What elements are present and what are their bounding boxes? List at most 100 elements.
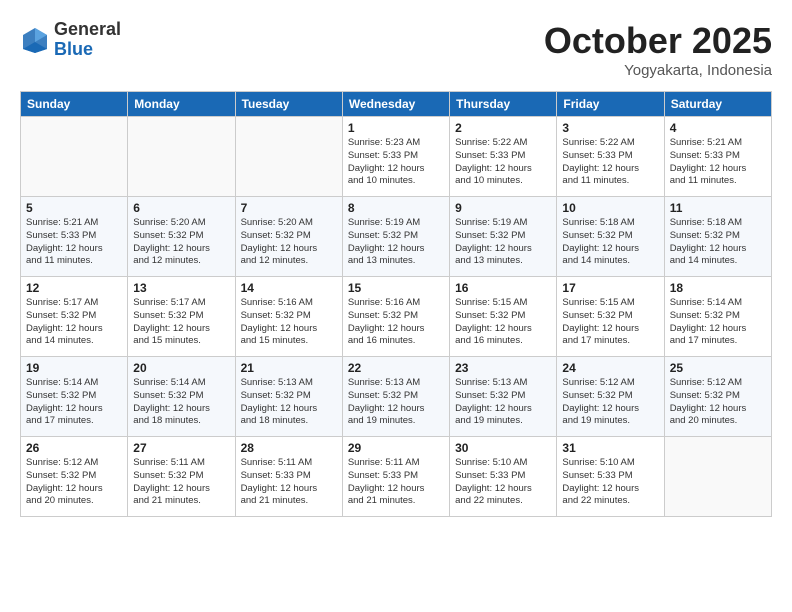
day-info: Sunrise: 5:18 AMSunset: 5:32 PMDaylight:…	[670, 217, 766, 268]
day-number: 27	[133, 441, 229, 455]
calendar-cell: 4 Sunrise: 5:21 AMSunset: 5:33 PMDaylight…	[664, 117, 771, 197]
col-monday: Monday	[128, 92, 235, 117]
day-info: Sunrise: 5:18 AMSunset: 5:32 PMDaylight:…	[562, 217, 658, 268]
day-number: 16	[455, 281, 551, 295]
day-info: Sunrise: 5:14 AMSunset: 5:32 PMDaylight:…	[26, 377, 122, 428]
day-number: 6	[133, 201, 229, 215]
calendar-cell: 14Sunrise: 5:16 AMSunset: 5:32 PMDayligh…	[235, 277, 342, 357]
calendar-cell: 29Sunrise: 5:11 AMSunset: 5:33 PMDayligh…	[342, 437, 449, 517]
calendar-body: 1Sunrise: 5:23 AMSunset: 5:33 PMDaylight…	[21, 117, 772, 517]
day-number: 23	[455, 361, 551, 375]
calendar-cell: 19Sunrise: 5:14 AMSunset: 5:32 PMDayligh…	[21, 357, 128, 437]
calendar-cell	[21, 117, 128, 197]
day-info: Sunrise: 5:12 AMSunset: 5:32 PMDaylight:…	[562, 377, 658, 428]
day-number: 17	[562, 281, 658, 295]
calendar-cell: 12Sunrise: 5:17 AMSunset: 5:32 PMDayligh…	[21, 277, 128, 357]
day-info: Sunrise: 5:22 AMSunset: 5:33 PMDaylight:…	[455, 137, 551, 188]
day-info: Sunrise: 5:15 AMSunset: 5:32 PMDaylight:…	[455, 297, 551, 348]
calendar-cell: 27Sunrise: 5:11 AMSunset: 5:32 PMDayligh…	[128, 437, 235, 517]
logo: General Blue	[20, 20, 121, 60]
day-info: Sunrise: 5:20 AMSunset: 5:32 PMDaylight:…	[241, 217, 337, 268]
calendar-cell: 13Sunrise: 5:17 AMSunset: 5:32 PMDayligh…	[128, 277, 235, 357]
title-block: October 2025 Yogyakarta, Indonesia	[544, 20, 772, 79]
day-info: Sunrise: 5:15 AMSunset: 5:32 PMDaylight:…	[562, 297, 658, 348]
calendar-table: Sunday Monday Tuesday Wednesday Thursday…	[20, 91, 772, 517]
day-info: Sunrise: 5:14 AMSunset: 5:32 PMDaylight:…	[670, 297, 766, 348]
day-info: Sunrise: 5:14 AMSunset: 5:32 PMDaylight:…	[133, 377, 229, 428]
day-info: Sunrise: 5:21 AMSunset: 5:33 PMDaylight:…	[670, 137, 766, 188]
logo-general: General	[54, 20, 121, 40]
day-info: Sunrise: 5:13 AMSunset: 5:32 PMDaylight:…	[348, 377, 444, 428]
calendar-cell: 11 Sunrise: 5:18 AMSunset: 5:32 PMDayligh…	[664, 197, 771, 277]
day-number: 3	[562, 121, 658, 135]
day-number: 9	[455, 201, 551, 215]
day-number: 29	[348, 441, 444, 455]
calendar-cell: 1Sunrise: 5:23 AMSunset: 5:33 PMDaylight…	[342, 117, 449, 197]
day-number: 24	[562, 361, 658, 375]
calendar-cell: 18 Sunrise: 5:14 AMSunset: 5:32 PMDayligh…	[664, 277, 771, 357]
col-wednesday: Wednesday	[342, 92, 449, 117]
day-number: 22	[348, 361, 444, 375]
day-info: Sunrise: 5:12 AMSunset: 5:32 PMDaylight:…	[670, 377, 766, 428]
calendar-cell: 26 Sunrise: 5:12 AMSunset: 5:32 PMDayligh…	[21, 437, 128, 517]
calendar-cell: 16 Sunrise: 5:15 AMSunset: 5:32 PMDayligh…	[450, 277, 557, 357]
day-number: 26	[26, 441, 122, 455]
day-info: Sunrise: 5:13 AMSunset: 5:32 PMDaylight:…	[455, 377, 551, 428]
day-info: Sunrise: 5:10 AMSunset: 5:33 PMDaylight:…	[562, 457, 658, 508]
calendar-cell	[664, 437, 771, 517]
day-number: 15	[348, 281, 444, 295]
calendar-header: Sunday Monday Tuesday Wednesday Thursday…	[21, 92, 772, 117]
day-number: 11	[670, 201, 766, 215]
calendar-cell: 24 Sunrise: 5:12 AMSunset: 5:32 PMDayligh…	[557, 357, 664, 437]
calendar-cell: 17 Sunrise: 5:15 AMSunset: 5:32 PMDayligh…	[557, 277, 664, 357]
day-number: 4	[670, 121, 766, 135]
calendar-week-1: 1Sunrise: 5:23 AMSunset: 5:33 PMDaylight…	[21, 117, 772, 197]
day-info: Sunrise: 5:16 AMSunset: 5:32 PMDaylight:…	[241, 297, 337, 348]
page: General Blue October 2025 Yogyakarta, In…	[0, 0, 792, 527]
calendar-cell: 8 Sunrise: 5:19 AMSunset: 5:32 PMDaylight…	[342, 197, 449, 277]
day-number: 12	[26, 281, 122, 295]
calendar-cell: 31 Sunrise: 5:10 AMSunset: 5:33 PMDayligh…	[557, 437, 664, 517]
logo-text: General Blue	[54, 20, 121, 60]
calendar-cell: 22 Sunrise: 5:13 AMSunset: 5:32 PMDayligh…	[342, 357, 449, 437]
header-row: Sunday Monday Tuesday Wednesday Thursday…	[21, 92, 772, 117]
day-info: Sunrise: 5:19 AMSunset: 5:32 PMDaylight:…	[455, 217, 551, 268]
day-number: 10	[562, 201, 658, 215]
day-info: Sunrise: 5:12 AMSunset: 5:32 PMDaylight:…	[26, 457, 122, 508]
day-info: Sunrise: 5:22 AMSunset: 5:33 PMDaylight:…	[562, 137, 658, 188]
calendar-week-5: 26 Sunrise: 5:12 AMSunset: 5:32 PMDayligh…	[21, 437, 772, 517]
calendar-cell: 20 Sunrise: 5:14 AMSunset: 5:32 PMDayligh…	[128, 357, 235, 437]
calendar-week-2: 5 Sunrise: 5:21 AMSunset: 5:33 PMDaylight…	[21, 197, 772, 277]
day-number: 18	[670, 281, 766, 295]
day-number: 30	[455, 441, 551, 455]
calendar-cell	[235, 117, 342, 197]
calendar-cell: 28 Sunrise: 5:11 AMSunset: 5:33 PMDayligh…	[235, 437, 342, 517]
day-number: 5	[26, 201, 122, 215]
calendar-cell: 15 Sunrise: 5:16 AMSunset: 5:32 PMDayligh…	[342, 277, 449, 357]
calendar-cell: 23 Sunrise: 5:13 AMSunset: 5:32 PMDayligh…	[450, 357, 557, 437]
calendar-week-3: 12Sunrise: 5:17 AMSunset: 5:32 PMDayligh…	[21, 277, 772, 357]
day-info: Sunrise: 5:23 AMSunset: 5:33 PMDaylight:…	[348, 137, 444, 188]
day-number: 8	[348, 201, 444, 215]
day-number: 28	[241, 441, 337, 455]
calendar-cell: 21Sunrise: 5:13 AMSunset: 5:32 PMDayligh…	[235, 357, 342, 437]
location: Yogyakarta, Indonesia	[544, 62, 772, 79]
day-number: 21	[241, 361, 337, 375]
day-number: 25	[670, 361, 766, 375]
col-saturday: Saturday	[664, 92, 771, 117]
day-info: Sunrise: 5:20 AMSunset: 5:32 PMDaylight:…	[133, 217, 229, 268]
day-number: 13	[133, 281, 229, 295]
day-info: Sunrise: 5:19 AMSunset: 5:32 PMDaylight:…	[348, 217, 444, 268]
day-info: Sunrise: 5:11 AMSunset: 5:33 PMDaylight:…	[241, 457, 337, 508]
day-number: 20	[133, 361, 229, 375]
day-info: Sunrise: 5:16 AMSunset: 5:32 PMDaylight:…	[348, 297, 444, 348]
col-thursday: Thursday	[450, 92, 557, 117]
logo-icon	[20, 25, 50, 55]
day-number: 2	[455, 121, 551, 135]
day-info: Sunrise: 5:21 AMSunset: 5:33 PMDaylight:…	[26, 217, 122, 268]
day-number: 31	[562, 441, 658, 455]
calendar-cell: 30Sunrise: 5:10 AMSunset: 5:33 PMDayligh…	[450, 437, 557, 517]
calendar-cell: 9 Sunrise: 5:19 AMSunset: 5:32 PMDaylight…	[450, 197, 557, 277]
calendar-cell: 25 Sunrise: 5:12 AMSunset: 5:32 PMDayligh…	[664, 357, 771, 437]
logo-blue: Blue	[54, 40, 121, 60]
